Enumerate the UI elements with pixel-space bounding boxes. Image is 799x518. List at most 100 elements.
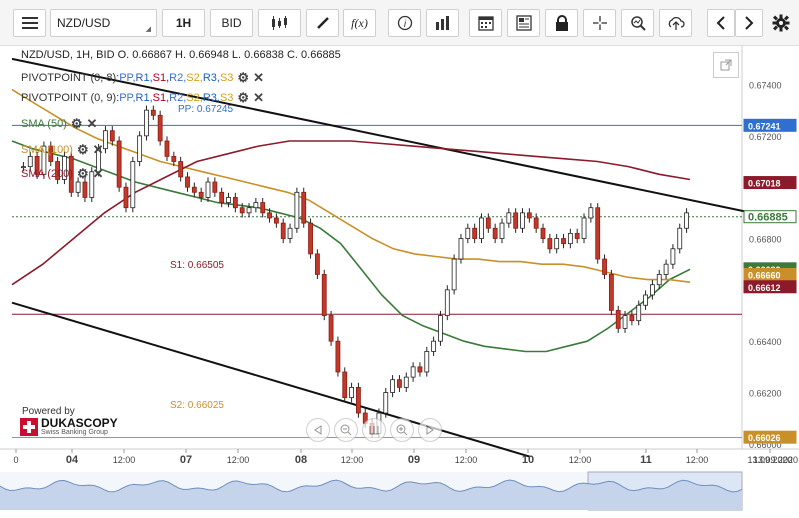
x-tick-label: 04 bbox=[66, 454, 79, 466]
volume-button[interactable] bbox=[426, 9, 459, 37]
gear-icon[interactable]: ⚙ bbox=[71, 116, 83, 132]
scroll-right-button[interactable] bbox=[418, 418, 442, 442]
back-button[interactable] bbox=[707, 9, 735, 37]
lock-button[interactable] bbox=[545, 9, 578, 37]
gear-icon[interactable]: ⚙ bbox=[77, 166, 89, 182]
candle-body bbox=[397, 379, 402, 388]
candle bbox=[602, 254, 607, 280]
y-tick-label: 0.66400 bbox=[749, 337, 782, 347]
candle-body bbox=[328, 315, 334, 342]
candle-body bbox=[191, 186, 197, 193]
gear-icon[interactable]: ⚙ bbox=[77, 142, 89, 158]
calendar-icon bbox=[477, 16, 494, 31]
draw-button[interactable] bbox=[306, 9, 339, 37]
candle-body bbox=[485, 217, 491, 229]
info-icon: i bbox=[397, 15, 412, 31]
candle-body bbox=[403, 376, 409, 388]
candle-body bbox=[417, 366, 423, 373]
legend-part: S3 bbox=[219, 72, 234, 84]
legend-part: PP, bbox=[119, 92, 136, 104]
candle bbox=[301, 187, 307, 228]
legend-row[interactable]: PIVOTPOINT (0, 8) : PP, R1, S1, R2, S2, … bbox=[21, 70, 264, 86]
pp-label: PP: 0.67245 bbox=[178, 104, 234, 115]
price-chart[interactable]: 0.67400 0.67200 0.66800 0.66400 0.66200 0.660… bbox=[0, 46, 799, 515]
symbol-select[interactable]: NZD/USD ◢ bbox=[50, 9, 157, 37]
calendar-button[interactable] bbox=[469, 9, 502, 37]
candle bbox=[232, 192, 238, 213]
price-badge-text: 0.67018 bbox=[748, 179, 781, 189]
menu-button[interactable] bbox=[13, 9, 46, 37]
timeframe-select[interactable]: 1H bbox=[162, 9, 205, 37]
info-button[interactable]: i bbox=[388, 9, 421, 37]
candle bbox=[280, 218, 286, 244]
candle-body bbox=[75, 181, 81, 193]
candle-body bbox=[431, 340, 437, 352]
candle-body bbox=[273, 217, 279, 224]
zoom-button[interactable] bbox=[621, 9, 654, 37]
forward-button[interactable] bbox=[735, 9, 763, 37]
settings-button[interactable] bbox=[767, 9, 795, 37]
legend-row[interactable]: SMA (50) ⚙ ✕ bbox=[21, 116, 97, 132]
x-tick-label: 12:00 bbox=[455, 455, 478, 465]
gear-icon[interactable]: ⚙ bbox=[237, 70, 249, 86]
news-button[interactable] bbox=[507, 9, 540, 37]
price-badge: 0.66612 bbox=[743, 280, 797, 294]
close-icon[interactable]: ✕ bbox=[93, 142, 104, 158]
chart-area[interactable]: 0.67400 0.67200 0.66800 0.66400 0.66200 0.660… bbox=[0, 46, 799, 515]
close-icon[interactable]: ✕ bbox=[253, 70, 264, 86]
candle-body bbox=[390, 379, 396, 393]
close-icon[interactable]: ✕ bbox=[87, 116, 98, 132]
x-tick-label: 12:00 bbox=[341, 455, 364, 465]
legend-part: R1, bbox=[135, 92, 153, 104]
candle-body bbox=[649, 284, 655, 296]
candle bbox=[629, 310, 635, 326]
gear-icon[interactable]: ⚙ bbox=[237, 90, 249, 106]
forward-icon bbox=[745, 16, 754, 30]
candle-body bbox=[684, 212, 689, 229]
sma-line bbox=[11, 140, 691, 353]
x-tick-label: 08 bbox=[295, 454, 307, 466]
candle-body bbox=[294, 191, 300, 229]
candle-body bbox=[424, 351, 430, 373]
candle bbox=[287, 223, 293, 244]
scroll-left-button[interactable] bbox=[306, 418, 330, 442]
candle bbox=[123, 182, 129, 213]
zoom-in-button[interactable] bbox=[390, 418, 414, 442]
close-icon[interactable]: ✕ bbox=[93, 166, 104, 182]
price-type-select[interactable]: BID bbox=[210, 9, 253, 37]
legend-row[interactable]: SMA (100) ⚙ ✕ bbox=[21, 142, 104, 158]
candle bbox=[520, 208, 525, 233]
x-tick-label: 0 bbox=[13, 455, 18, 465]
candle bbox=[643, 290, 648, 310]
candle bbox=[185, 172, 190, 192]
candle bbox=[157, 110, 163, 146]
legend-row[interactable]: SMA (200) ⚙ ✕ bbox=[21, 166, 104, 182]
s1-label: S1: 0.66505 bbox=[170, 260, 224, 271]
price-badge: 0.66885 bbox=[743, 210, 797, 224]
candle-body bbox=[492, 227, 498, 239]
indicators-button[interactable]: f(x) bbox=[343, 9, 376, 37]
candle-body bbox=[308, 222, 313, 255]
upload-button[interactable] bbox=[659, 9, 692, 37]
legend-label: SMA (50) bbox=[21, 118, 67, 130]
zoom-out-button[interactable] bbox=[334, 418, 358, 442]
chart-type-button[interactable] bbox=[258, 9, 301, 37]
candle bbox=[335, 336, 341, 377]
popout-button[interactable] bbox=[713, 52, 739, 78]
legend-part: R2, bbox=[169, 72, 187, 84]
close-icon[interactable]: ✕ bbox=[253, 90, 264, 106]
candle-body bbox=[438, 315, 443, 342]
crosshair-button[interactable] bbox=[583, 9, 616, 37]
candle bbox=[431, 336, 437, 357]
legend-part: S2, bbox=[186, 72, 203, 84]
candle bbox=[465, 223, 471, 244]
legend-label: SMA (100) bbox=[21, 144, 73, 156]
candle-body bbox=[157, 114, 163, 142]
candle bbox=[314, 249, 320, 280]
x-tick-label: 07 bbox=[180, 454, 192, 466]
candle bbox=[410, 362, 416, 382]
candle-body bbox=[595, 207, 601, 260]
candle bbox=[144, 105, 149, 141]
fit-button[interactable] bbox=[362, 418, 386, 442]
candle bbox=[595, 203, 601, 264]
